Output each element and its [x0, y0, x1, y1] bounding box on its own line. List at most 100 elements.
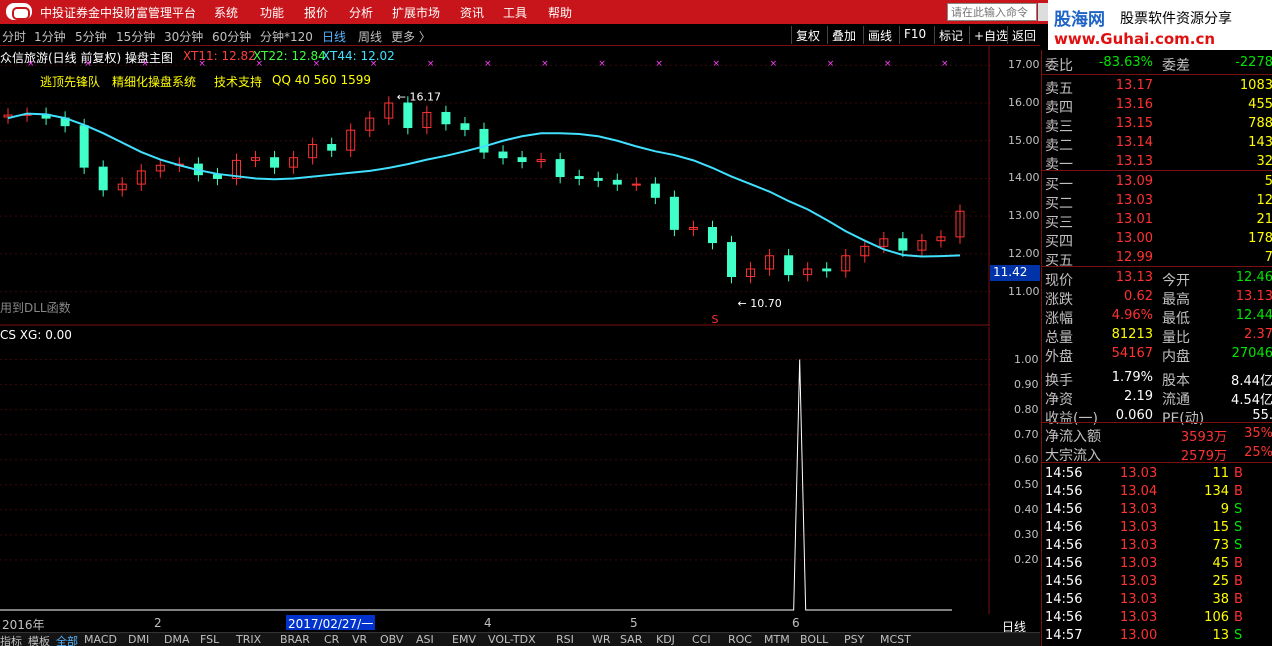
tick-price: 13.03	[1120, 466, 1158, 481]
price-axis-label: 13.00	[1008, 209, 1040, 223]
signal-x-mark: ×	[427, 59, 435, 69]
candle-body	[441, 111, 451, 125]
bid-volume: 12	[1256, 193, 1272, 208]
draw-line-button[interactable]: 画线	[863, 26, 896, 44]
period-daily[interactable]: 日线	[322, 28, 346, 45]
indicator-tab-23[interactable]: PSY	[844, 633, 864, 646]
date-label: 6	[792, 616, 800, 630]
bid-volume: 178	[1248, 231, 1272, 246]
menu-function[interactable]: 功能	[260, 4, 284, 21]
period-5min[interactable]: 5分钟	[75, 28, 107, 45]
f10-button[interactable]: F10	[899, 26, 930, 44]
period-15min[interactable]: 15分钟	[116, 28, 155, 45]
bid-row[interactable]: 买一 13.09 5	[1042, 173, 1272, 193]
price-axis-label: 11.00	[1008, 284, 1040, 298]
indicator-tab-21[interactable]: MTM	[764, 633, 790, 646]
tick-side: S	[1234, 502, 1243, 517]
stat-value: 81213	[1111, 327, 1153, 342]
sub-indicator-chart[interactable]	[0, 327, 990, 614]
ask-row[interactable]: 卖三 13.15 788	[1042, 115, 1272, 135]
stat-label: 流通	[1162, 392, 1190, 408]
bid-label: 买二	[1045, 196, 1073, 212]
indicator-tab-15[interactable]: RSI	[556, 633, 574, 646]
period-bar: 分时 1分钟 5分钟 15分钟 30分钟 60分钟 分钟*120 日线 周线 更…	[0, 24, 1040, 46]
back-button[interactable]: 返回	[1007, 26, 1040, 44]
order-diff-label: 委差	[1162, 58, 1190, 74]
indicator-tab-16[interactable]: WR	[592, 633, 611, 646]
indicator-tab-8[interactable]: BRAR	[280, 633, 310, 646]
indicator-tab-9[interactable]: CR	[324, 633, 339, 646]
bid-row[interactable]: 买五 12.99 7	[1042, 249, 1272, 269]
menu-help[interactable]: 帮助	[548, 4, 572, 21]
tick-time: 14:56	[1045, 520, 1083, 535]
candle-body	[574, 176, 584, 179]
period-more[interactable]: 更多 〉	[391, 28, 431, 45]
menu-system[interactable]: 系统	[214, 4, 238, 21]
period-intraday[interactable]: 分时	[2, 28, 26, 45]
ask-row[interactable]: 卖二 13.14 143	[1042, 134, 1272, 154]
command-input[interactable]	[947, 3, 1037, 21]
bid-row[interactable]: 买二 13.03 12	[1042, 192, 1272, 212]
kline-chart[interactable]: × × × × × × × × × × × × × × × × × ← 16.17 ← 10.70 S	[0, 46, 990, 326]
price-axis-label: 14.00	[1008, 171, 1040, 185]
tick-side: B	[1234, 592, 1243, 607]
tick-time: 14:56	[1045, 556, 1083, 571]
sub-axis-label: 0.90	[1014, 377, 1039, 391]
indicator-tab-17[interactable]: SAR	[620, 633, 642, 646]
ask-row[interactable]: 卖一 13.13 32	[1042, 153, 1272, 173]
indicator-tab-12[interactable]: ASI	[416, 633, 434, 646]
date-bar: 2016年 2 4 5 6	[0, 614, 990, 632]
add-watchlist-button[interactable]: +自选	[969, 26, 1012, 44]
indicator-tab-1[interactable]: 模板	[28, 633, 50, 646]
indicator-tab-0[interactable]: 指标	[0, 633, 22, 646]
indicator-tab-2[interactable]: 全部	[56, 633, 78, 646]
flow-percent: 35%	[1244, 426, 1272, 441]
overlay-button[interactable]: 叠加	[827, 26, 860, 44]
low-price-label: ← 10.70	[738, 297, 782, 310]
divider	[1042, 422, 1272, 423]
indicator-tab-22[interactable]: BOLL	[800, 633, 828, 646]
menu-analysis[interactable]: 分析	[349, 4, 373, 21]
menu-news[interactable]: 资讯	[460, 4, 484, 21]
stat-value: 12.44	[1235, 308, 1272, 323]
stat-row: 现价 13.13 今开 12.46	[1042, 269, 1272, 289]
period-30min[interactable]: 30分钟	[164, 28, 203, 45]
indicator-tab-24[interactable]: MCST	[880, 633, 911, 646]
period-120min[interactable]: 分钟*120	[260, 28, 313, 45]
candle-body	[822, 268, 832, 272]
restore-rights-button[interactable]: 复权	[791, 26, 824, 44]
indicator-tab-20[interactable]: ROC	[728, 633, 752, 646]
menu-tools[interactable]: 工具	[503, 4, 527, 21]
menu-extended-market[interactable]: 扩展市场	[392, 4, 440, 21]
mark-button[interactable]: 标记	[934, 26, 967, 44]
ask-label: 卖三	[1045, 119, 1073, 135]
bid-row[interactable]: 买三 13.01 21	[1042, 211, 1272, 231]
indicator-tab-13[interactable]: EMV	[452, 633, 476, 646]
period-60min[interactable]: 60分钟	[212, 28, 251, 45]
tick-volume: 106	[1204, 610, 1229, 625]
indicator-tab-18[interactable]: KDJ	[656, 633, 675, 646]
indicator-tab-19[interactable]: CCI	[692, 633, 711, 646]
bid-row[interactable]: 买四 13.00 178	[1042, 230, 1272, 250]
command-dropdown-button[interactable]	[1038, 3, 1048, 21]
tick-time: 14:56	[1045, 610, 1083, 625]
ask-row[interactable]: 卖五 13.17 1083	[1042, 77, 1272, 97]
indicator-tab-5[interactable]: DMA	[164, 633, 190, 646]
order-ratio-row: 委比 -83.63% 委差 -2278	[1042, 54, 1272, 74]
indicator-tab-10[interactable]: VR	[352, 633, 367, 646]
indicator-tab-7[interactable]: TRIX	[236, 633, 261, 646]
tick-row: 14:56 13.03 73 S	[1042, 537, 1272, 555]
period-1min[interactable]: 1分钟	[34, 28, 66, 45]
period-weekly[interactable]: 周线	[358, 28, 382, 45]
indicator-tab-3[interactable]: MACD	[84, 633, 117, 646]
indicator-tab-4[interactable]: DMI	[128, 633, 149, 646]
indicator-tab-14[interactable]: VOL-TDX	[488, 633, 536, 646]
stat-value: 8.44亿	[1231, 374, 1272, 389]
signal-x-mark: ×	[198, 59, 206, 69]
ask-row[interactable]: 卖四 13.16 455	[1042, 96, 1272, 116]
tick-price: 13.03	[1120, 556, 1158, 571]
candle-body	[650, 183, 660, 198]
indicator-tab-11[interactable]: OBV	[380, 633, 403, 646]
indicator-tab-6[interactable]: FSL	[200, 633, 219, 646]
menu-quote[interactable]: 报价	[304, 4, 328, 21]
